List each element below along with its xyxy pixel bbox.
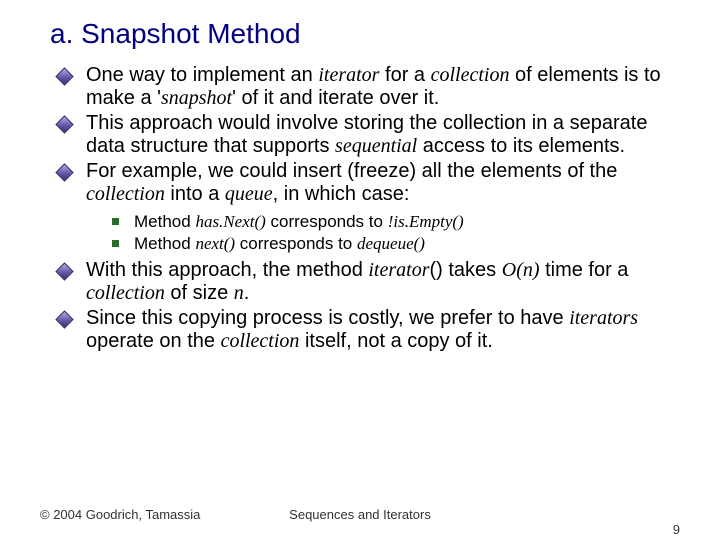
slide-title: a. Snapshot Method xyxy=(50,18,680,50)
slide-footer: © 2004 Goodrich, Tamassia Sequences and … xyxy=(0,507,720,522)
footer-page-number: 9 xyxy=(673,522,680,537)
bullet-item: Since this copying process is costly, we… xyxy=(86,307,680,353)
sub-bullet-item: Method has.Next() corresponds to !is.Emp… xyxy=(134,212,680,232)
bullet-item: For example, we could insert (freeze) al… xyxy=(86,160,680,253)
footer-copyright: © 2004 Goodrich, Tamassia xyxy=(40,507,200,522)
slide-content: One way to implement an iterator for a c… xyxy=(50,64,680,353)
bullet-list-level1: One way to implement an iterator for a c… xyxy=(50,64,680,353)
slide-container: a. Snapshot Method One way to implement … xyxy=(0,0,720,540)
bullet-item: One way to implement an iterator for a c… xyxy=(86,64,680,110)
bullet-item: This approach would involve storing the … xyxy=(86,112,680,158)
sub-bullet-item: Method next() corresponds to dequeue() xyxy=(134,234,680,254)
bullet-list-level2: Method has.Next() corresponds to !is.Emp… xyxy=(86,212,680,253)
bullet-item: With this approach, the method iterator(… xyxy=(86,259,680,305)
